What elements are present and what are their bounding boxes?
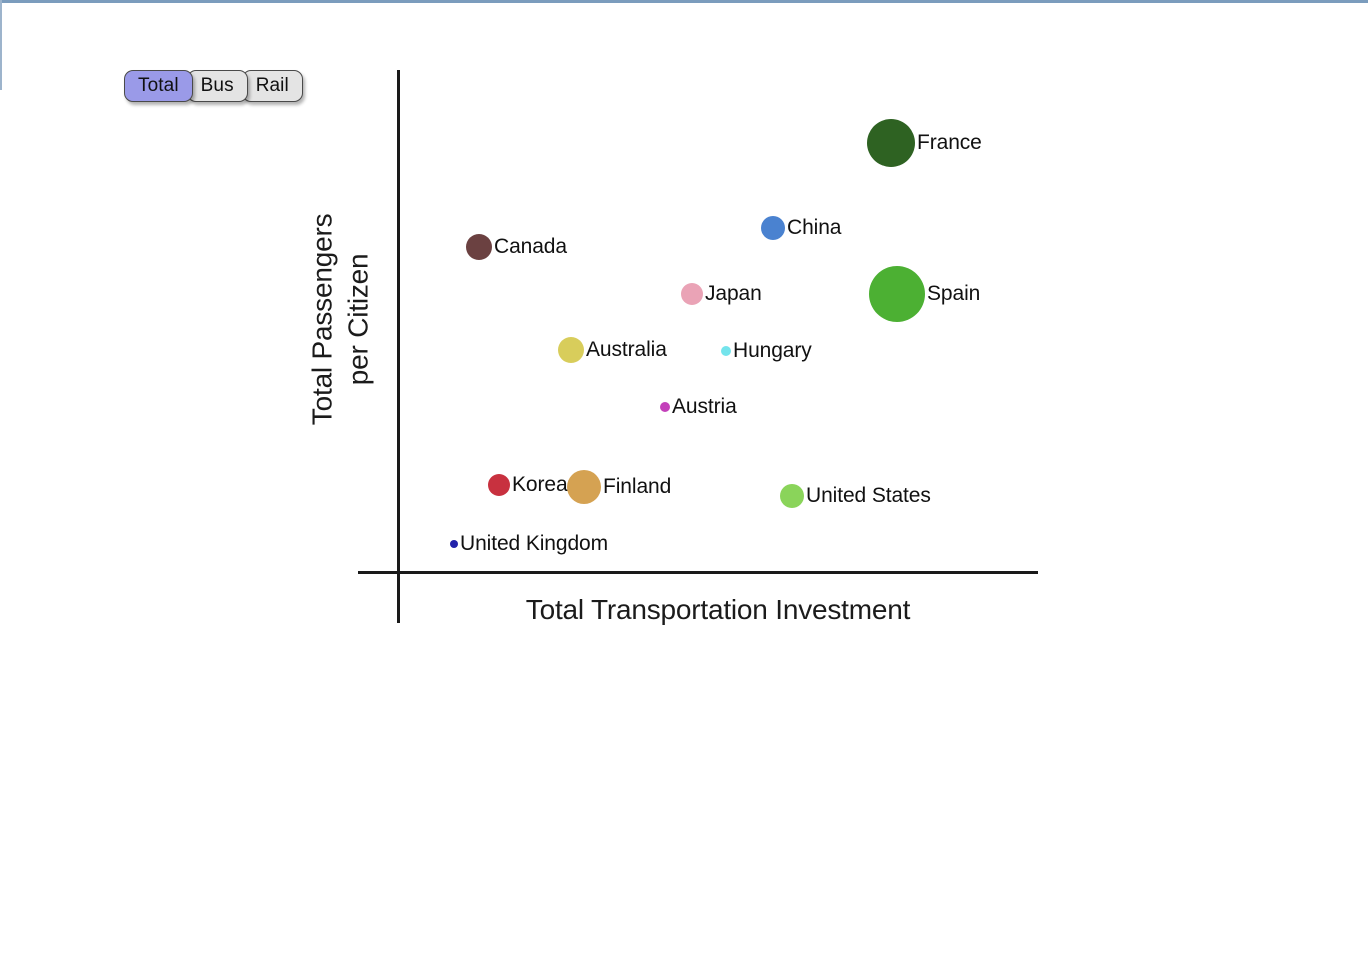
bubble-marker[interactable] [721,346,731,356]
bubble-label: France [917,131,982,154]
y-axis-line [397,70,400,623]
bubble-label: Korea [512,473,568,496]
metric-toggle-bus[interactable]: Bus [186,70,248,102]
bubble-point[interactable]: Hungary [721,339,812,362]
bubble-marker[interactable] [660,402,670,412]
bubble-point[interactable]: France [867,119,982,167]
metric-toggle-group[interactable]: Total Bus Rail [124,70,303,102]
bubble-marker[interactable] [488,474,510,496]
bubble-marker[interactable] [780,484,804,508]
bubble-chart: Total Passengers per Citizen Total Transp… [0,0,1368,972]
bubble-label: Finland [603,475,672,498]
bubble-marker[interactable] [567,470,601,504]
bubble-marker[interactable] [761,216,785,240]
bubble-point[interactable]: United Kingdom [450,532,608,555]
bubble-marker[interactable] [869,266,925,322]
bubble-label: United Kingdom [460,532,609,555]
bubble-marker[interactable] [558,337,584,363]
bubble-point[interactable]: Korea [488,473,568,496]
bubble-point[interactable]: Austria [660,395,737,418]
bubble-marker[interactable] [466,234,492,260]
bubble-point[interactable]: China [761,216,841,240]
bubble-label: Austria [672,395,737,418]
bubble-point[interactable]: United States [780,484,931,508]
bubble-marker[interactable] [867,119,915,167]
y-axis-label: Total Passengers per Citizen [305,174,378,464]
y-axis-label-line: per Citizen [343,253,374,386]
y-axis-label-line: Total Passengers [306,213,338,426]
bubble-marker[interactable] [450,540,458,548]
bubble-point[interactable]: Finland [567,470,671,504]
bubble-label: China [787,216,842,239]
bubble-label: Spain [927,282,981,305]
bubble-marker[interactable] [681,283,703,305]
bubble-label: Canada [494,235,567,258]
bubble-label: Australia [586,338,667,361]
bubble-point[interactable]: Australia [558,337,667,363]
bubble-point[interactable]: Spain [869,266,980,322]
x-axis-label: Total Transportation Investment [525,594,911,625]
bubble-label: Japan [705,282,762,305]
x-axis-line [358,571,1038,574]
bubble-label: Hungary [733,339,812,362]
bubble-point[interactable]: Canada [466,234,567,260]
metric-toggle-rail[interactable]: Rail [241,70,303,102]
bubble-label: United States [806,484,931,507]
bubble-point[interactable]: Japan [681,282,762,305]
metric-toggle-total[interactable]: Total [124,70,193,102]
